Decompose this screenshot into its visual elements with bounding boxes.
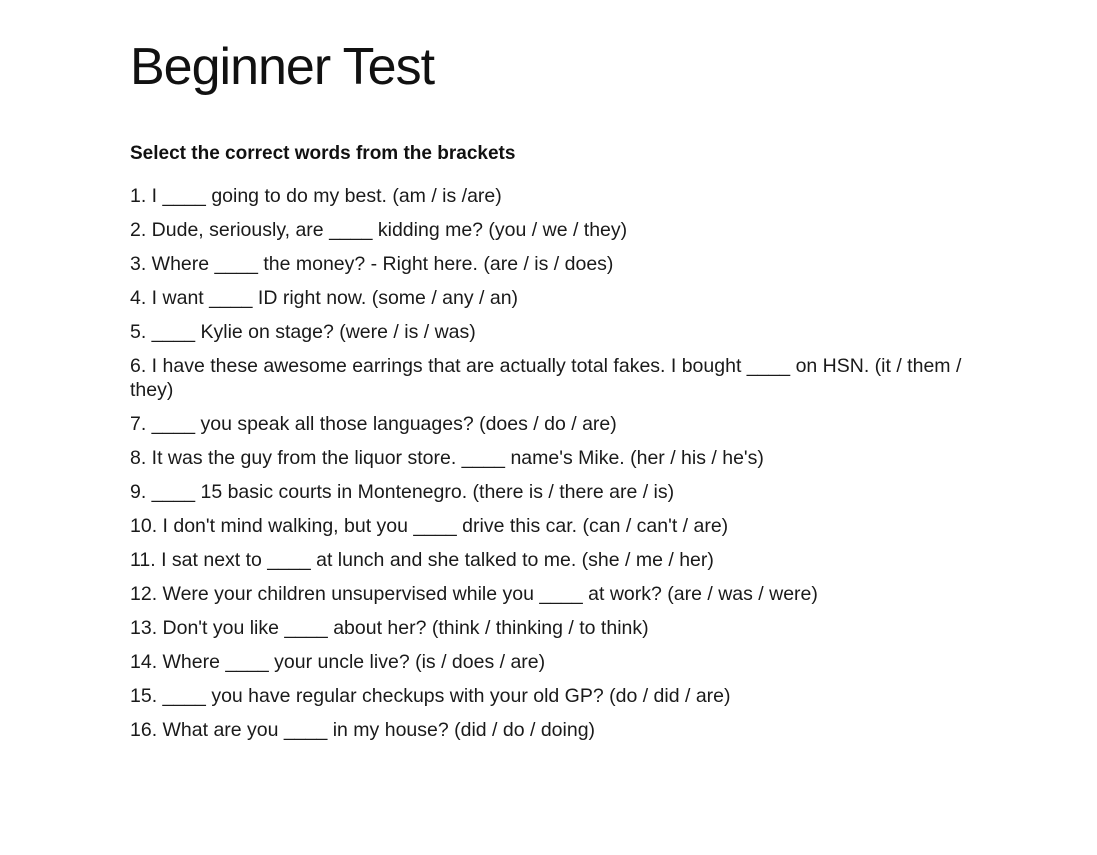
- question-item: 14. Where ____ your uncle live? (is / do…: [130, 651, 546, 673]
- question-item: 12. Were your children unsupervised whil…: [130, 583, 818, 605]
- question-item: 9. ____ 15 basic courts in Montenegro. (…: [130, 481, 675, 503]
- page-title: Beginner Test: [130, 38, 435, 96]
- question-item: 6. I have these awesome earrings that ar…: [130, 355, 962, 401]
- question-item: 11. I sat next to ____ at lunch and she …: [130, 549, 714, 571]
- question-item: 16. What are you ____ in my house? (did …: [130, 719, 596, 741]
- question-item: 3. Where ____ the money? - Right here. (…: [130, 253, 614, 275]
- question-list: 1. I ____ going to do my best. (am / is …: [130, 184, 980, 752]
- question-item: 8. It was the guy from the liquor store.…: [130, 447, 764, 469]
- instruction-text: Select the correct words from the bracke…: [130, 143, 516, 164]
- question-item: 4. I want ____ ID right now. (some / any…: [130, 287, 519, 309]
- question-item: 2. Dude, seriously, are ____ kidding me?…: [130, 219, 628, 241]
- question-item: 7. ____ you speak all those languages? (…: [130, 413, 617, 435]
- question-item: 10. I don't mind walking, but you ____ d…: [130, 515, 729, 537]
- question-item: 13. Don't you like ____ about her? (thin…: [130, 617, 649, 639]
- question-item: 5. ____ Kylie on stage? (were / is / was…: [130, 321, 476, 343]
- question-item: 1. I ____ going to do my best. (am / is …: [130, 185, 502, 207]
- question-item: 15. ____ you have regular checkups with …: [130, 685, 731, 707]
